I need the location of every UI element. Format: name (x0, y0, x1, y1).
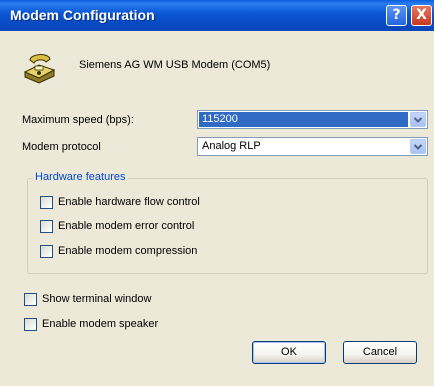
help-button[interactable]: ? (386, 5, 407, 26)
protocol-select[interactable]: Analog RLP (197, 137, 428, 156)
chevron-down-icon[interactable] (410, 139, 426, 154)
cancel-button[interactable]: Cancel (343, 341, 417, 364)
ok-button[interactable]: OK (252, 341, 326, 364)
modem-speaker-checkbox[interactable] (24, 318, 37, 331)
hardware-flow-control-label: Enable hardware flow control (58, 196, 200, 208)
modem-compression-checkbox[interactable] (40, 245, 53, 258)
modem-error-control-label: Enable modem error control (58, 220, 195, 232)
hardware-flow-control-checkbox[interactable] (40, 196, 53, 209)
modem-icon (23, 54, 56, 84)
chevron-down-icon[interactable] (410, 112, 426, 127)
close-button[interactable]: X (411, 5, 432, 26)
max-speed-value: 115200 (199, 112, 408, 127)
modem-speaker-label: Enable modem speaker (42, 318, 159, 330)
window-title: Modem Configuration (10, 7, 155, 23)
hardware-features-title: Hardware features (33, 171, 128, 183)
modem-compression-label: Enable modem compression (58, 245, 198, 257)
device-name: Siemens AG WM USB Modem (COM5) (79, 59, 271, 71)
protocol-label: Modem protocol (22, 141, 101, 153)
modem-error-control-checkbox[interactable] (40, 220, 53, 233)
title-bar[interactable]: Modem Configuration ? X (0, 0, 434, 31)
show-terminal-checkbox[interactable] (24, 293, 37, 306)
max-speed-select[interactable]: 115200 (197, 110, 428, 129)
max-speed-label: Maximum speed (bps): (22, 114, 134, 126)
show-terminal-label: Show terminal window (42, 293, 152, 305)
protocol-value: Analog RLP (202, 140, 261, 152)
